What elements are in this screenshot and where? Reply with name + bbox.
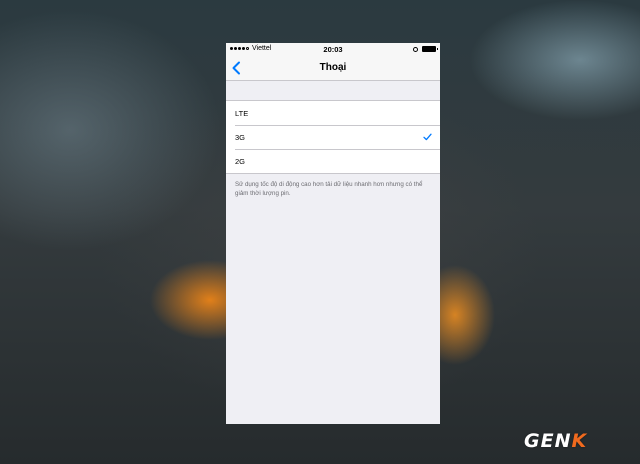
checkmark-icon (423, 133, 432, 141)
genk-logo: GENK (524, 430, 587, 452)
logo-accent-text: K (571, 430, 588, 452)
option-label: 3G (235, 132, 246, 142)
phone-screen: Viettel 20:03 Thoại LTE 3G 2G Sử dụng tố… (226, 43, 440, 424)
rotation-lock-icon (413, 46, 418, 52)
option-3g[interactable]: 3G (226, 125, 440, 149)
footer-note: Sử dụng tốc độ di động cao hơn tải dữ li… (235, 181, 423, 197)
option-label: LTE (235, 108, 249, 118)
status-time: 20:03 (323, 45, 343, 54)
battery-icon (422, 46, 438, 52)
option-label: 2G (235, 156, 246, 166)
option-2g[interactable]: 2G (226, 149, 440, 173)
option-lte[interactable]: LTE (226, 101, 440, 125)
navigation-bar: Thoại (226, 56, 440, 81)
page-title: Thoại (319, 62, 347, 73)
status-bar: Viettel 20:03 (226, 43, 440, 56)
logo-text: GEN (524, 430, 572, 452)
status-right (413, 46, 438, 52)
network-options-list: LTE 3G 2G (226, 100, 440, 174)
